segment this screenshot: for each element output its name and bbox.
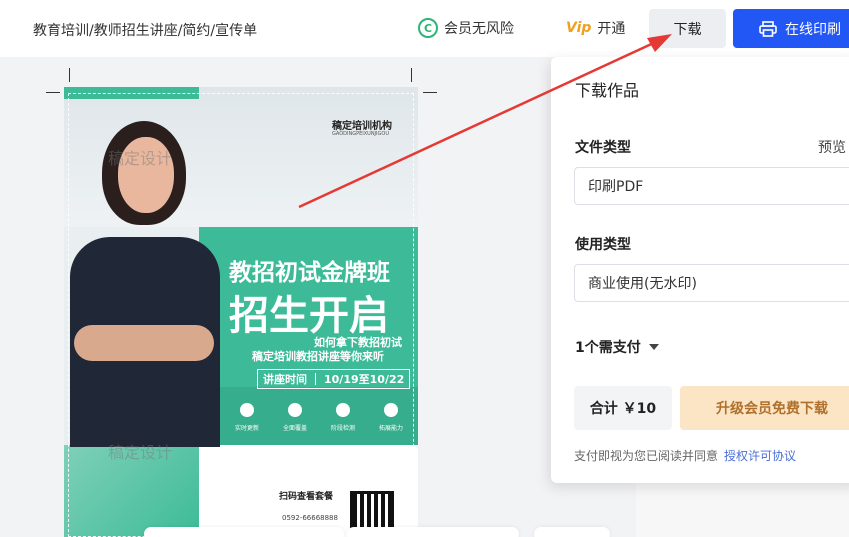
usage-type-select[interactable]: 商业使用(无水印) [574,264,849,302]
crop-mark [46,92,60,93]
upgrade-vip-download-button[interactable]: 升级会员免费下载 [680,386,849,430]
open-vip-label: 开通 [597,21,626,37]
file-type-label: 文件类型 [575,140,631,156]
agreement-label: 支付即视为您已阅读并同意 [574,449,719,463]
feature-label: 全面覆盖 [282,425,307,432]
poster-feature: 实时更新 [224,403,270,432]
download-button[interactable]: 下载 [649,9,726,48]
feature-label: 拓展能力 [378,425,403,432]
bottom-toolbar-middle[interactable] [347,527,519,537]
feature-label: 阶段检测 [330,425,355,432]
pay-count-label: 1个需支付 [575,340,641,356]
crop-mark [411,68,412,82]
person-icon [288,403,302,417]
poster-person-arms [74,325,214,361]
poster-watermark: 稿定设计 [108,149,173,168]
download-panel-title: 下载作品 [575,81,640,100]
total-price: 合计 ￥10 [574,386,672,430]
poster-title-line2: 招生开启 [229,293,389,339]
pay-count-toggle[interactable]: 1个需支付 [575,337,659,357]
poster-title-line1: 教招初试金牌班 [229,260,390,286]
poster-teal-stripe [64,87,199,99]
poster-features: 实时更新 全面覆盖 阶段检测 拓展能力 [224,403,414,432]
online-print-label: 在线印刷 [785,21,841,38]
poster-scan-text: 扫码查看套餐 [279,492,334,502]
printer-icon [759,20,777,37]
bottom-toolbar-right[interactable] [534,527,610,537]
lecture-time-divider [315,373,316,385]
poster-feature: 全面覆盖 [272,403,318,432]
crop-mark [423,92,437,93]
member-no-risk-label: 会员无风险 [444,21,514,37]
top-bar: 教育培训/教师招生讲座/简约/宣传单 C 会员无风险 Vip 开通 下载 在线印… [0,0,849,57]
poster-phone: 0592-66668888 [282,514,338,522]
poster-subtitle-line2: 稿定培训教招讲座等你来听 [252,350,384,363]
open-vip-button[interactable]: Vip 开通 [566,18,625,38]
usage-type-label: 使用类型 [575,237,631,253]
online-print-button[interactable]: 在线印刷 [733,9,849,48]
poster-feature: 拓展能力 [368,403,414,432]
vip-icon: Vip [566,20,592,36]
poster-design[interactable]: 稿定培训机构 GAODINGPEIXUNJIGOU 稿定设计 稿定设计 教招初试… [64,87,418,537]
poster-watermark: 稿定设计 [108,443,173,462]
preview-link[interactable]: 预览 [818,137,846,157]
poster-org-name: 稿定培训机构 [332,121,392,132]
poster-feature: 阶段检测 [320,403,366,432]
file-type-select[interactable]: 印刷PDF [574,167,849,205]
copyright-icon: C [418,18,438,38]
license-agreement-link[interactable]: 授权许可协议 [724,449,796,463]
image-icon [384,403,398,417]
download-panel: 下载作品 文件类型 预览 印刷PDF 使用类型 商业使用(无水印) 1个需支付 … [551,57,849,483]
caret-down-icon [648,344,659,350]
lecture-time-value: 10/19至10/22 [324,373,405,386]
lightbulb-icon [240,403,254,417]
lecture-time-label: 讲座时间 [263,373,307,386]
crop-mark [69,68,70,82]
magnifier-icon [336,403,350,417]
poster-org-sub: GAODINGPEIXUNJIGOU [332,131,389,137]
bottom-toolbar-left[interactable] [144,527,344,537]
agreement-text: 支付即视为您已阅读并同意 授权许可协议 [574,447,796,464]
poster-lecture-time: 讲座时间 10/19至10/22 [257,369,411,389]
member-no-risk[interactable]: C 会员无风险 [418,18,514,38]
feature-label: 实时更新 [234,425,259,432]
breadcrumb[interactable]: 教育培训/教师招生讲座/简约/宣传单 [33,20,257,40]
